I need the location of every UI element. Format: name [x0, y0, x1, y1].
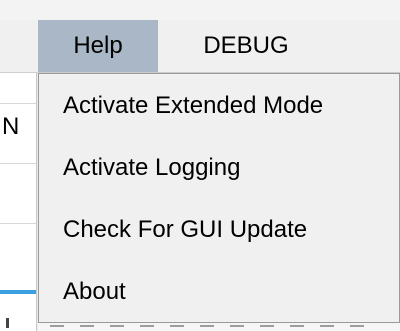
menu-item-check-for-gui-update[interactable]: Check For GUI Update	[39, 200, 399, 260]
menu-item-activate-extended-mode[interactable]: Activate Extended Mode	[39, 76, 399, 136]
axis-tick	[170, 325, 184, 327]
axis-tick	[200, 325, 214, 327]
row-divider	[0, 163, 36, 164]
axis-tick	[230, 325, 244, 327]
axis-tick	[110, 325, 124, 327]
axis-tick	[6, 318, 9, 328]
window-top-strip	[0, 0, 400, 21]
menu-debug[interactable]: DEBUG	[196, 20, 296, 72]
axis-tick	[260, 325, 274, 327]
menu-item-about[interactable]: About	[39, 262, 399, 322]
menu-help[interactable]: Help	[38, 20, 158, 72]
axis-tick	[320, 325, 334, 327]
row-divider	[0, 103, 36, 104]
background-panel: N	[0, 73, 37, 331]
axis-tick	[50, 325, 64, 327]
menu-bar: Help DEBUG	[0, 20, 400, 73]
axis-tick	[140, 325, 154, 327]
row-divider	[0, 223, 36, 224]
background-axis-strip	[38, 323, 400, 331]
background-text-fragment: N	[2, 113, 20, 140]
help-dropdown-menu: Activate Extended Mode Activate Logging …	[38, 73, 400, 323]
axis-tick	[290, 325, 304, 327]
progress-bar-fragment	[0, 290, 36, 294]
menu-item-activate-logging[interactable]: Activate Logging	[39, 138, 399, 198]
axis-tick	[80, 325, 94, 327]
axis-tick	[350, 325, 364, 327]
